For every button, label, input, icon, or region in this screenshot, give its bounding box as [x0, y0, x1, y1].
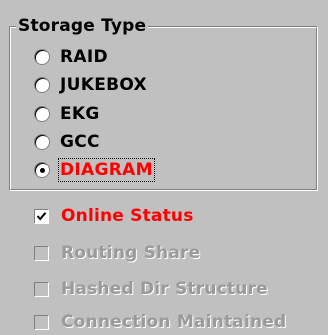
checkbox-hashed-dir[interactable]: Hashed Dir Structure	[34, 276, 268, 302]
radio-label-diagram: DIAGRAM	[58, 158, 155, 182]
storage-type-title: Storage Type	[16, 15, 149, 37]
checkbox-empty-icon[interactable]	[34, 314, 49, 330]
radio-label-jukebox: JUKEBOX	[60, 75, 147, 95]
radio-circle-icon[interactable]	[34, 49, 50, 65]
checkmark-icon[interactable]	[34, 208, 49, 224]
checkbox-label-hashed-dir: Hashed Dir Structure	[61, 279, 268, 299]
radio-diagram[interactable]: DIAGRAM	[34, 157, 155, 183]
radio-circle-icon[interactable]	[34, 106, 50, 122]
checkbox-routing-share[interactable]: Routing Share	[34, 240, 200, 266]
checkbox-connection-maintained[interactable]: Connection Maintained	[34, 309, 286, 335]
radio-ekg[interactable]: EKG	[34, 101, 100, 127]
radio-gcc[interactable]: GCC	[34, 129, 100, 155]
checkbox-empty-icon[interactable]	[34, 281, 49, 297]
checkbox-label-routing-share: Routing Share	[61, 243, 201, 263]
checkbox-online-status[interactable]: Online Status	[34, 203, 194, 229]
radio-circle-icon[interactable]	[34, 134, 50, 150]
radio-label-ekg: EKG	[60, 104, 100, 124]
radio-raid[interactable]: RAID	[34, 44, 108, 70]
radio-selected-icon[interactable]	[34, 162, 50, 178]
radio-circle-icon[interactable]	[34, 77, 50, 93]
checkbox-empty-icon[interactable]	[34, 245, 49, 261]
radio-jukebox[interactable]: JUKEBOX	[34, 72, 147, 98]
radio-label-raid: RAID	[60, 47, 108, 67]
radio-label-gcc: GCC	[60, 132, 100, 152]
checkbox-label-online-status: Online Status	[61, 206, 194, 226]
checkbox-label-connection-maintained: Connection Maintained	[61, 312, 287, 332]
